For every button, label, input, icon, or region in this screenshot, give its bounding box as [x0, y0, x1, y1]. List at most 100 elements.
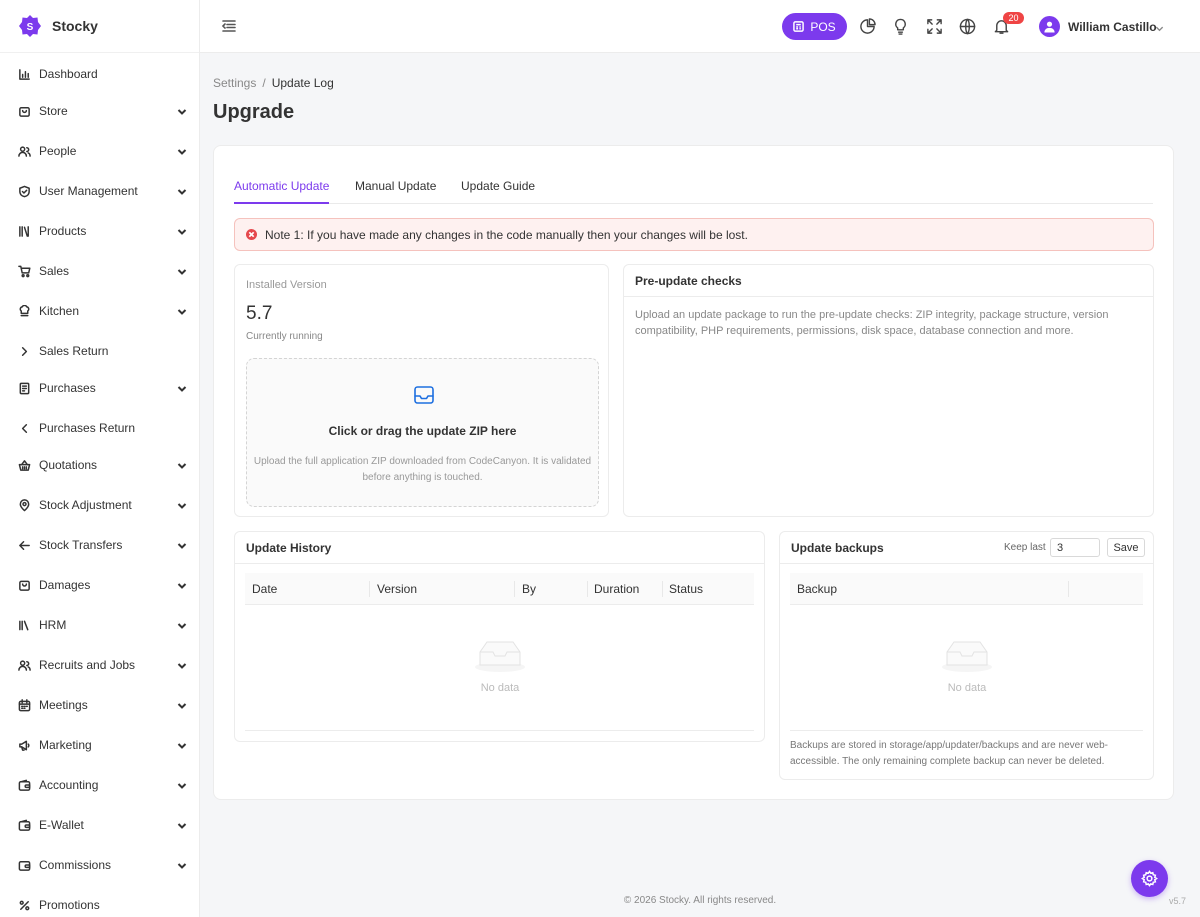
chevron-down-icon[interactable] — [1155, 22, 1164, 32]
basket-icon — [17, 458, 31, 472]
chevron-down-icon — [177, 306, 187, 316]
chevron-down-icon — [177, 383, 187, 393]
column-backup[interactable]: Backup — [790, 573, 837, 605]
column-date[interactable]: Date — [245, 573, 277, 605]
arrow-left-icon — [17, 538, 31, 552]
sidebar-item-stock-adjustment[interactable]: Stock Adjustment — [0, 490, 199, 520]
backups-note: Backups are stored in storage/app/update… — [790, 740, 1108, 767]
sidebar-item-label: User Management — [39, 184, 138, 198]
logo-letter: S — [27, 22, 34, 33]
update-backups-panel: Update backups Keep last Save Backup No … — [779, 531, 1154, 780]
chevron-down-icon — [177, 780, 187, 790]
sidebar-item-purchases-return[interactable]: Purchases Return — [0, 413, 199, 443]
sidebar-item-label: Stock Transfers — [39, 538, 123, 552]
calendar-icon — [17, 698, 31, 712]
pie-chart-icon[interactable] — [859, 18, 876, 35]
keep-last-input[interactable] — [1050, 538, 1100, 557]
e-wallet-icon — [17, 818, 31, 832]
column-version[interactable]: Version — [370, 573, 417, 605]
avatar[interactable] — [1039, 16, 1060, 37]
users-icon — [17, 144, 31, 158]
tabs: Automatic Update Manual Update Update Gu… — [234, 170, 1153, 204]
menu-toggle-icon[interactable] — [221, 18, 237, 34]
backups-empty-text: No data — [947, 682, 987, 694]
tab-update-guide[interactable]: Update Guide — [461, 179, 535, 204]
box-icon — [17, 578, 31, 592]
top-header: POS 20 William Castillo — [200, 0, 1200, 53]
brand[interactable]: S Stocky — [0, 0, 199, 53]
column-by[interactable]: By — [515, 573, 536, 605]
sidebar-item-stock-transfers[interactable]: Stock Transfers — [0, 530, 199, 560]
breadcrumb-separator: / — [262, 76, 266, 90]
stocky-logo-icon: S — [19, 15, 41, 37]
backups-table-header: Backup — [790, 573, 1143, 605]
chevron-down-icon — [177, 740, 187, 750]
sidebar-item-people[interactable]: People — [0, 136, 199, 166]
pos-button[interactable]: POS — [782, 13, 847, 40]
chevron-down-icon — [177, 266, 187, 276]
sidebar-item-label: Meetings — [39, 698, 88, 712]
sidebar-item-label: HRM — [39, 618, 67, 632]
chevron-down-icon — [177, 146, 187, 156]
settings-fab-button[interactable] — [1131, 860, 1168, 897]
sidebar-item-commissions[interactable]: Commissions — [0, 850, 199, 880]
sidebar-item-label: Commissions — [39, 858, 112, 872]
update-history-title: Update History — [235, 532, 764, 564]
sidebar-item-products[interactable]: Products — [0, 216, 199, 246]
save-button[interactable]: Save — [1107, 538, 1145, 557]
fullscreen-icon[interactable] — [926, 18, 943, 35]
column-divider — [1068, 581, 1069, 597]
gear-icon — [1141, 870, 1158, 887]
sidebar-item-accounting[interactable]: Accounting — [0, 770, 199, 800]
lightbulb-icon[interactable] — [892, 18, 909, 35]
installed-version-panel: Installed Version 5.7 Currently running … — [234, 264, 609, 517]
tab-manual-update[interactable]: Manual Update — [355, 179, 436, 204]
chevron-down-icon — [177, 820, 187, 830]
sidebar-item-sales-return[interactable]: Sales Return — [0, 336, 199, 366]
sidebar-item-label: Sales Return — [39, 344, 109, 358]
chevron-down-icon — [177, 226, 187, 236]
sidebar-item-label: Products — [39, 224, 87, 238]
chevron-down-icon — [177, 186, 187, 196]
sidebar-item-damages[interactable]: Damages — [0, 570, 199, 600]
sidebar-item-label: Marketing — [39, 738, 92, 752]
upload-dropzone[interactable]: Click or drag the update ZIP here Upload… — [246, 358, 599, 507]
user-name[interactable]: William Castillo — [1068, 20, 1157, 34]
sidebar-item-store[interactable]: Store — [0, 96, 199, 126]
percent-icon — [17, 898, 31, 912]
sidebar-item-sales[interactable]: Sales — [0, 256, 199, 286]
map-pin-icon — [17, 498, 31, 512]
sidebar-item-label: E-Wallet — [39, 818, 84, 832]
sidebar-item-promotions[interactable]: Promotions — [0, 890, 199, 917]
sidebar-item-kitchen[interactable]: Kitchen — [0, 296, 199, 326]
page-title: Upgrade — [213, 101, 295, 123]
pre-update-checks-text: Upload an update package to run the pre-… — [635, 309, 1109, 337]
sidebar-item-hrm[interactable]: HRM — [0, 610, 199, 640]
copyright: © 2026 Stocky. All rights reserved. — [623, 895, 777, 906]
sidebar-item-meetings[interactable]: Meetings — [0, 690, 199, 720]
dropzone-description: Upload the full application ZIP download… — [253, 456, 592, 483]
column-duration[interactable]: Duration — [587, 573, 639, 605]
globe-icon[interactable] — [959, 18, 976, 35]
sidebar-item-recruits-and-jobs[interactable]: Recruits and Jobs — [0, 650, 199, 680]
sidebar-item-label: Quotations — [39, 458, 98, 472]
sidebar-item-label: Purchases — [39, 381, 96, 395]
empty-inbox-icon — [475, 641, 525, 672]
sidebar-item-label: Recruits and Jobs — [39, 658, 136, 672]
sidebar-item-purchases[interactable]: Purchases — [0, 373, 199, 403]
breadcrumb: Settings / Update Log — [213, 76, 334, 90]
sidebar-item-dashboard[interactable]: Dashboard — [0, 59, 199, 89]
shield-check-icon — [17, 184, 31, 198]
sidebar-item-e-wallet[interactable]: E-Wallet — [0, 810, 199, 840]
breadcrumb-parent[interactable]: Settings — [213, 76, 256, 90]
sidebar-item-label: Stock Adjustment — [39, 498, 132, 512]
sidebar: S Stocky Dashboard Store People User Manage… — [0, 0, 200, 917]
column-status[interactable]: Status — [662, 573, 703, 605]
cart-icon — [17, 264, 31, 278]
sidebar-item-user-management[interactable]: User Management — [0, 176, 199, 206]
sidebar-item-marketing[interactable]: Marketing — [0, 730, 199, 760]
bar-chart-icon — [17, 67, 31, 81]
sidebar-item-quotations[interactable]: Quotations — [0, 450, 199, 480]
tab-automatic-update[interactable]: Automatic Update — [234, 179, 330, 204]
library-icon — [17, 618, 31, 632]
